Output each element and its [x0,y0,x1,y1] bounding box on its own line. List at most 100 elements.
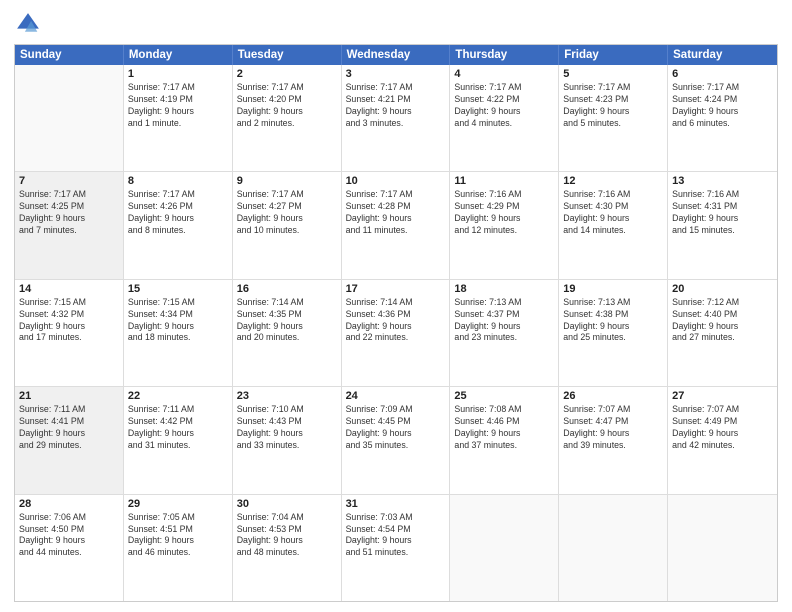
cell-line: Sunrise: 7:17 AM [128,189,228,201]
cell-line: Sunrise: 7:16 AM [672,189,773,201]
cell-line: Sunset: 4:22 PM [454,94,554,106]
day-cell-5: 5Sunrise: 7:17 AMSunset: 4:23 PMDaylight… [559,65,668,171]
day-cell-16: 16Sunrise: 7:14 AMSunset: 4:35 PMDayligh… [233,280,342,386]
cell-line: Sunrise: 7:13 AM [563,297,663,309]
day-number: 23 [237,390,337,402]
cell-line: Daylight: 9 hours [19,428,119,440]
day-cell-2: 2Sunrise: 7:17 AMSunset: 4:20 PMDaylight… [233,65,342,171]
cell-line: Sunset: 4:46 PM [454,416,554,428]
cell-line: Daylight: 9 hours [563,213,663,225]
cell-line: Sunrise: 7:17 AM [346,189,446,201]
cell-line: Daylight: 9 hours [563,106,663,118]
day-cell-1: 1Sunrise: 7:17 AMSunset: 4:19 PMDaylight… [124,65,233,171]
cell-line: Sunrise: 7:12 AM [672,297,773,309]
day-cell-7: 7Sunrise: 7:17 AMSunset: 4:25 PMDaylight… [15,172,124,278]
cell-line: and 4 minutes. [454,118,554,130]
cell-line: Sunrise: 7:16 AM [563,189,663,201]
day-number: 19 [563,283,663,295]
day-cell-28: 28 Sunrise: 7:06 AMSunset: 4:50 PMDayligh… [15,495,124,601]
day-cell-27: 27Sunrise: 7:07 AMSunset: 4:49 PMDayligh… [668,387,777,493]
cell-line: Sunset: 4:28 PM [346,201,446,213]
day-number: 8 [128,175,228,187]
calendar-body: 1Sunrise: 7:17 AMSunset: 4:19 PMDaylight… [15,65,777,601]
day-cell-12: 12Sunrise: 7:16 AMSunset: 4:30 PMDayligh… [559,172,668,278]
calendar-row-3: 21Sunrise: 7:11 AMSunset: 4:41 PMDayligh… [15,387,777,494]
cell-line: and 23 minutes. [454,332,554,344]
cell-line: Sunset: 4:19 PM [128,94,228,106]
cell-line: and 31 minutes. [128,440,228,452]
cell-line: Daylight: 9 hours [237,106,337,118]
cell-line: Sunset: 4:45 PM [346,416,446,428]
cell-line: and 51 minutes. [346,547,446,559]
cell-line: Sunset: 4:53 PM [237,524,337,536]
cell-line: Sunset: 4:34 PM [128,309,228,321]
day-cell-20: 20 Sunrise: 7:12 AMSunset: 4:40 PMDayligh… [668,280,777,386]
cell-line: Sunset: 4:21 PM [346,94,446,106]
cell-line: Sunrise: 7:17 AM [128,82,228,94]
cell-line: Daylight: 9 hours [19,213,119,225]
day-number: 15 [128,283,228,295]
cell-line: Daylight: 9 hours [237,321,337,333]
cell-line: and 46 minutes. [128,547,228,559]
day-number: 2 [237,68,337,80]
header-cell-friday: Friday [559,45,668,65]
cell-line: Sunset: 4:47 PM [563,416,663,428]
cell-line: Sunset: 4:38 PM [563,309,663,321]
day-number: 28 [19,498,119,510]
cell-line: Sunrise: 7:03 AM [346,512,446,524]
cell-line: and 8 minutes. [128,225,228,237]
cell-line: and 2 minutes. [237,118,337,130]
cell-line: and 17 minutes. [19,332,119,344]
day-cell-21: 21Sunrise: 7:11 AMSunset: 4:41 PMDayligh… [15,387,124,493]
cell-line: Daylight: 9 hours [346,428,446,440]
day-number: 31 [346,498,446,510]
cell-line: Sunrise: 7:05 AM [128,512,228,524]
day-cell-31: 31Sunrise: 7:03 AMSunset: 4:54 PMDayligh… [342,495,451,601]
cell-line: and 7 minutes. [19,225,119,237]
cell-line: Daylight: 9 hours [237,535,337,547]
cell-line: Sunset: 4:40 PM [672,309,773,321]
cell-line: and 42 minutes. [672,440,773,452]
cell-line: Sunrise: 7:15 AM [19,297,119,309]
calendar-row-4: 28Sunrise: 7:06 AMSunset: 4:50 PMDayligh… [15,495,777,601]
header-cell-tuesday: Tuesday [233,45,342,65]
day-number: 21 [19,390,119,402]
cell-line: and 35 minutes. [346,440,446,452]
cell-line: Daylight: 9 hours [672,106,773,118]
cell-line: Sunset: 4:54 PM [346,524,446,536]
day-number: 16 [237,283,337,295]
cell-line: and 27 minutes. [672,332,773,344]
page: SundayMondayTuesdayWednesdayThursdayFrid… [0,0,792,612]
cell-line: Daylight: 9 hours [19,535,119,547]
cell-line: Daylight: 9 hours [346,321,446,333]
day-cell-13: 13Sunrise: 7:16 AMSunset: 4:31 PMDayligh… [668,172,777,278]
cell-line: Sunset: 4:29 PM [454,201,554,213]
cell-line: Daylight: 9 hours [454,321,554,333]
day-cell-9: 9Sunrise: 7:17 AMSunset: 4:27 PMDaylight… [233,172,342,278]
logo-icon [14,10,42,38]
cell-line: and 12 minutes. [454,225,554,237]
cell-line: Daylight: 9 hours [128,213,228,225]
cell-line: Sunset: 4:50 PM [19,524,119,536]
day-number: 20 [672,283,773,295]
cell-line: Sunrise: 7:17 AM [237,189,337,201]
cell-line: and 18 minutes. [128,332,228,344]
cell-line: Sunrise: 7:17 AM [237,82,337,94]
day-number: 30 [237,498,337,510]
header [14,10,778,38]
day-number: 12 [563,175,663,187]
cell-line: and 5 minutes. [563,118,663,130]
day-cell-15: 15Sunrise: 7:15 AMSunset: 4:34 PMDayligh… [124,280,233,386]
day-number: 26 [563,390,663,402]
cell-line: Sunset: 4:41 PM [19,416,119,428]
day-number: 7 [19,175,119,187]
cell-line: Sunrise: 7:07 AM [563,404,663,416]
cell-line: and 3 minutes. [346,118,446,130]
day-number: 25 [454,390,554,402]
day-number: 17 [346,283,446,295]
cell-line: Daylight: 9 hours [672,321,773,333]
cell-line: Sunrise: 7:06 AM [19,512,119,524]
cell-line: and 1 minute. [128,118,228,130]
calendar-header: SundayMondayTuesdayWednesdayThursdayFrid… [15,45,777,65]
cell-line: and 37 minutes. [454,440,554,452]
